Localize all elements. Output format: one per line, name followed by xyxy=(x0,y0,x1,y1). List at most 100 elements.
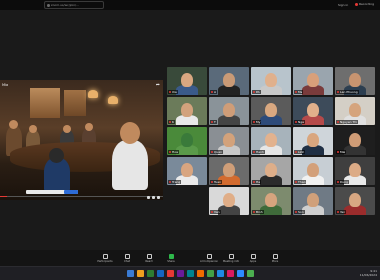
mic-muted-icon xyxy=(211,91,213,93)
participant-name: Dung xyxy=(336,180,350,184)
participant-face xyxy=(307,163,319,177)
system-tray-clock[interactable]: 9:41 11/06/2024 xyxy=(360,269,377,277)
participant-tile[interactable]: Dung xyxy=(335,157,375,185)
windows-taskbar: 9:41 11/06/2024 xyxy=(0,266,380,280)
video-button[interactable]: Chat xyxy=(116,251,138,265)
lock-icon xyxy=(47,3,50,7)
mic-muted-icon xyxy=(295,181,297,183)
taskbar-app-icon[interactable] xyxy=(196,270,204,277)
taskbar-app-icon[interactable] xyxy=(236,270,244,277)
taskbar-app-icon[interactable] xyxy=(156,270,164,277)
meeting-stage: Mia ➦ Xia A PA Ms Lan Phuong K T My Nga Nguyen Th… xyxy=(0,10,380,250)
participant-tile[interactable]: Yen xyxy=(335,187,375,215)
mic-muted-icon xyxy=(337,151,339,153)
participant-tile[interactable]: My xyxy=(251,97,291,125)
participant-tile[interactable]: Tuan xyxy=(209,157,249,185)
participant-tile[interactable]: Van xyxy=(209,187,249,215)
participant-name-text: PA xyxy=(256,90,260,94)
participant-tile[interactable]: Son xyxy=(293,187,333,215)
participant-face xyxy=(181,103,193,117)
address-bar[interactable]: zoom.us/wc/join/... xyxy=(44,1,104,9)
shared-screen[interactable]: Mia ➦ xyxy=(0,80,163,200)
participant-tile[interactable]: Mai xyxy=(335,127,375,155)
share-button[interactable]: Share xyxy=(160,251,182,265)
mic-muted-icon xyxy=(211,151,213,153)
share-icon[interactable]: ➦ xyxy=(156,83,160,88)
video-icon xyxy=(124,253,130,259)
taskbar-app-icon[interactable] xyxy=(176,270,184,277)
taskbar-app-icon[interactable] xyxy=(216,270,224,277)
participant-name: Binh xyxy=(252,210,264,214)
scene-head xyxy=(29,125,37,133)
url-text: zoom.us/wc/join/... xyxy=(51,3,79,7)
participant-name-text: Hoa xyxy=(172,150,178,154)
participant-tile[interactable]: Ha xyxy=(251,157,291,185)
shared-video-frame xyxy=(0,80,163,200)
participant-name-text: Tuan xyxy=(214,180,222,184)
mic-muted-icon xyxy=(337,91,339,93)
sign-in-link[interactable]: Sign in xyxy=(338,3,348,7)
shared-video-title: Mia xyxy=(2,83,9,87)
participant-name: Ha xyxy=(252,180,262,184)
mic-icon xyxy=(102,253,108,259)
participant-name-text: Dung xyxy=(340,180,349,184)
participant-name: Van xyxy=(210,210,221,214)
participant-tile[interactable]: Xia xyxy=(167,67,207,95)
participant-tile[interactable]: Quan xyxy=(209,127,249,155)
ai-icon xyxy=(206,253,212,259)
mic-button[interactable]: Participants xyxy=(94,251,116,265)
mic-muted-icon xyxy=(253,181,255,183)
record-button[interactable]: Meeting info xyxy=(220,251,242,265)
participant-tile[interactable]: Thao xyxy=(293,157,333,185)
participant-tile[interactable]: Trang xyxy=(167,157,207,185)
taskbar-app-icon[interactable] xyxy=(226,270,234,277)
taskbar-app-icon[interactable] xyxy=(166,270,174,277)
taskbar-app-icon[interactable] xyxy=(136,270,144,277)
mic-muted-icon xyxy=(211,121,213,123)
participant-face xyxy=(223,193,235,207)
participant-name-text: K xyxy=(172,120,174,124)
participant-name: Quan xyxy=(210,150,224,154)
react-button[interactable]: React xyxy=(138,251,160,265)
mic-muted-icon xyxy=(295,121,297,123)
participant-name-text: Lan Phuong xyxy=(340,90,358,94)
fullscreen-icon[interactable] xyxy=(157,195,160,199)
mic-muted-icon xyxy=(211,211,213,213)
taskbar-app-icon[interactable] xyxy=(246,270,254,277)
participant-tile[interactable]: K xyxy=(167,97,207,125)
participant-tile[interactable]: Lan Phuong xyxy=(335,67,375,95)
participant-tile[interactable]: T xyxy=(209,97,249,125)
participant-name: Nguyen Thi xyxy=(336,120,359,124)
scene-head xyxy=(49,148,64,163)
participant-face xyxy=(265,163,277,177)
participant-name: Ms xyxy=(294,90,304,94)
theater-icon[interactable] xyxy=(152,195,155,199)
participant-tile[interactable]: Hanh xyxy=(251,127,291,155)
mic-muted-icon xyxy=(337,211,339,213)
participant-name-text: Ha xyxy=(256,180,261,184)
participant-tile[interactable]: PA xyxy=(251,67,291,95)
participant-tile[interactable]: A xyxy=(209,67,249,95)
mic-muted-icon xyxy=(169,181,171,183)
mic-muted-icon xyxy=(337,121,339,123)
settings-icon[interactable] xyxy=(147,195,150,199)
participant-tile[interactable]: Hoa xyxy=(167,127,207,155)
participant-name: Lan Phuong xyxy=(336,90,359,94)
taskbar-app-icon[interactable] xyxy=(126,270,134,277)
scene-head xyxy=(63,125,71,133)
ai-button[interactable]: AI Companion xyxy=(198,251,220,265)
participant-name-text: Mai xyxy=(340,150,346,154)
participant-tile[interactable]: Nga xyxy=(293,97,333,125)
participant-tile[interactable]: Linh xyxy=(293,127,333,155)
taskbar-app-icon[interactable] xyxy=(146,270,154,277)
taskbar-app-icon[interactable] xyxy=(206,270,214,277)
mic-muted-icon xyxy=(253,121,255,123)
meeting-toolbar: Participants Chat React Share AI Companion Me… xyxy=(0,250,380,266)
participant-name-text: Linh xyxy=(298,150,305,154)
more-button[interactable]: More xyxy=(264,251,286,265)
participant-tile[interactable]: Ms xyxy=(293,67,333,95)
participant-tile[interactable]: Binh xyxy=(251,187,291,215)
taskbar-app-icon[interactable] xyxy=(186,270,194,277)
participant-tile[interactable]: Nguyen Thi xyxy=(335,97,375,125)
apps-button[interactable]: Apps xyxy=(242,251,264,265)
